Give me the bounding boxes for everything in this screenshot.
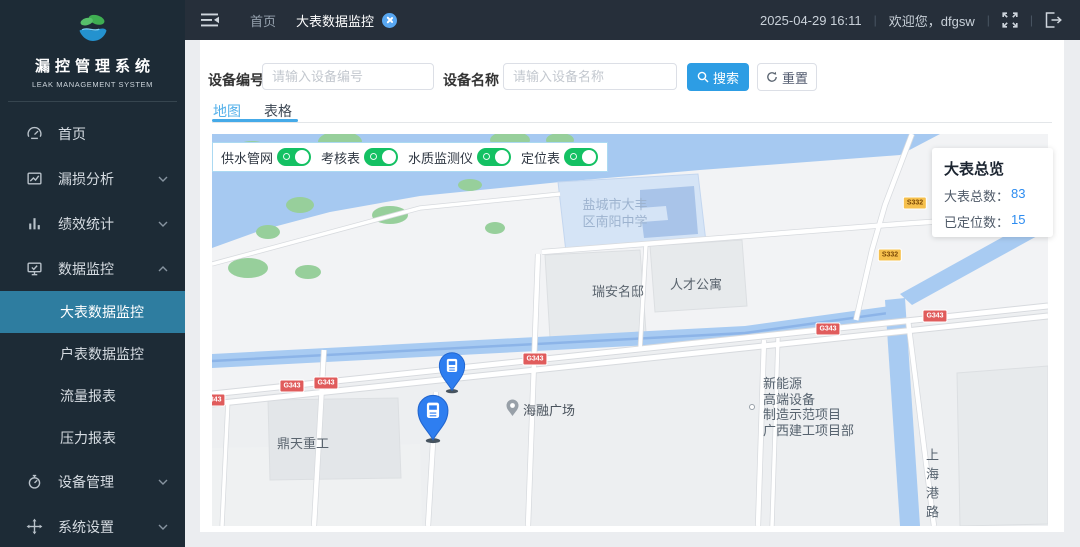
move-arrows-icon [26, 518, 43, 535]
logo-area: 漏控管理系统 LEAK MANAGEMENT SYSTEM [0, 0, 185, 102]
meter-overview-card: 大表总览 大表总数： 83 已定位数： 15 [932, 148, 1053, 237]
sidebar-item-big-meter-monitoring[interactable]: 大表数据监控 [0, 291, 185, 333]
sidebar-item-label: 绩效统计 [58, 215, 114, 232]
search-button[interactable]: 搜索 [687, 63, 749, 91]
topbar: 首页 大表数据监控 2025-04-29 16:11 | 欢迎您，dfgsw |… [185, 0, 1080, 40]
sidebar-item-label: 漏损分析 [58, 170, 114, 187]
device-name-label: 设备名称 [443, 72, 499, 88]
device-code-input[interactable] [262, 63, 434, 90]
divider: | [986, 13, 990, 27]
device-name-input[interactable] [503, 63, 677, 90]
map-label-factory: 鼎天重工 [276, 436, 330, 451]
tab-close-icon[interactable] [382, 12, 398, 28]
sidebar-item-system-settings[interactable]: 系统设置 [0, 504, 185, 547]
overview-title: 大表总览 [944, 161, 1005, 178]
sidebar-item-label: 流量报表 [60, 388, 116, 404]
app-logo-icon [79, 14, 106, 41]
device-code-label: 设备编号 [208, 72, 264, 88]
sidebar-menu: 首页 漏损分析 绩效统计 数据监控 大表数据监控 户表数据监控 流量报表 压力报… [0, 111, 185, 547]
sidebar-item-device-management[interactable]: 设备管理 [0, 459, 185, 504]
sidebar-item-data-monitoring[interactable]: 数据监控 [0, 246, 185, 291]
sidebar-item-label: 设备管理 [58, 473, 114, 490]
toggle-label-pipe-network: 供水管网 [221, 150, 274, 166]
toggle-pipe-network[interactable] [277, 148, 312, 166]
fullscreen-icon[interactable] [1002, 12, 1018, 28]
map-layer-toggle-bar: 供水管网 考核表 水质监测仪 定位表 [212, 142, 608, 172]
monitor-icon [26, 260, 43, 277]
gauge-icon [26, 473, 43, 490]
breadcrumb-current-tab: 大表数据监控 [296, 13, 375, 29]
overview-located-row: 已定位数： 15 [944, 212, 1026, 230]
road-badge-s332: S332 [902, 196, 928, 210]
active-tab-indicator [212, 119, 298, 122]
sidebar-item-label: 户表数据监控 [60, 346, 144, 362]
road-badge-g343: G343 [279, 379, 305, 393]
map-label-project: 新能源 高端设备 制造示范项目 广西建工项目部 [763, 376, 855, 438]
sidebar-collapse-icon[interactable] [201, 13, 220, 27]
app-title: 漏控管理系统 [34, 58, 155, 75]
bar-chart-icon [26, 215, 43, 232]
map-label-apartment: 人才公寓 [669, 277, 723, 292]
breadcrumb-home[interactable]: 首页 [250, 11, 276, 30]
sidebar-item-leak-analysis[interactable]: 漏损分析 [0, 156, 185, 201]
sidebar: 漏控管理系统 LEAK MANAGEMENT SYSTEM 首页 漏损分析 绩效… [0, 0, 185, 547]
sidebar-item-label: 压力报表 [60, 430, 116, 446]
sidebar-item-performance-stats[interactable]: 绩效统计 [0, 201, 185, 246]
logout-icon[interactable] [1045, 12, 1062, 28]
divider [8, 101, 177, 102]
toggle-water-quality-monitor[interactable] [477, 148, 512, 166]
divider [212, 122, 1052, 123]
app-subtitle: LEAK MANAGEMENT SYSTEM [31, 80, 153, 89]
road-badge-g343: G343 [815, 322, 841, 336]
chevron-up-icon [158, 265, 168, 272]
overview-total-row: 大表总数： 83 [944, 186, 1026, 204]
chevron-down-icon [158, 220, 168, 227]
analysis-chart-icon [26, 170, 43, 187]
road-badge-g343: G343 [522, 352, 548, 366]
refresh-icon [767, 71, 777, 82]
map-poi-dot [749, 404, 755, 410]
divider: | [1029, 13, 1033, 27]
map-canvas[interactable]: 盐城市大丰 区南阳中学 瑞安名邸 人才公寓 鼎天重工 新能源 高端设备 制造示范… [212, 134, 1048, 526]
sidebar-item-household-meter-monitoring[interactable]: 户表数据监控 [0, 333, 185, 375]
map-label-estate: 瑞安名邸 [591, 284, 645, 299]
poi-pin-icon [506, 399, 519, 416]
map-label-school: 盐城市大丰 区南阳中学 [582, 197, 648, 229]
toggle-label-assessment-meter: 考核表 [321, 150, 361, 166]
chevron-down-icon [158, 175, 168, 182]
sidebar-item-label: 首页 [58, 125, 86, 142]
toggle-positioning-meter[interactable] [564, 148, 599, 166]
sidebar-item-label: 数据监控 [58, 260, 114, 277]
meter-pin[interactable] [435, 349, 469, 394]
map-label-road: 上海港路 [924, 448, 939, 524]
road-badge-g343: G343 [922, 309, 948, 323]
road-badge-s332: S332 [877, 248, 903, 262]
chevron-down-icon [158, 523, 168, 530]
meter-pin[interactable] [413, 391, 453, 444]
toggle-label-water-quality-monitor: 水质监测仪 [408, 150, 474, 166]
app-window: 漏控管理系统 LEAK MANAGEMENT SYSTEM 首页 漏损分析 绩效… [0, 0, 1080, 547]
reset-button[interactable]: 重置 [757, 63, 817, 91]
map-label-plaza: 海融广场 [523, 403, 576, 418]
tab-table[interactable]: 表格 [264, 101, 292, 121]
road-badge-g343: G343 [313, 376, 339, 390]
sidebar-item-label: 系统设置 [58, 518, 114, 535]
tab-map[interactable]: 地图 [213, 101, 241, 121]
located-meters-value: 15 [1011, 212, 1026, 227]
sidebar-item-flow-report[interactable]: 流量报表 [0, 375, 185, 417]
sidebar-item-label: 大表数据监控 [60, 304, 144, 320]
divider: | [873, 13, 877, 27]
sidebar-item-pressure-report[interactable]: 压力报表 [0, 417, 185, 459]
toggle-assessment-meter[interactable] [364, 148, 399, 166]
dashboard-icon [26, 125, 43, 142]
road-badge-g343: G343 [212, 393, 226, 407]
welcome-user-text: 欢迎您，dfgsw [888, 13, 975, 29]
total-meters-value: 83 [1011, 186, 1026, 201]
toggle-label-positioning-meter: 定位表 [521, 150, 561, 166]
sidebar-item-home[interactable]: 首页 [0, 111, 185, 156]
chevron-down-icon [158, 478, 168, 485]
search-icon [697, 71, 709, 83]
datetime-text: 2025-04-29 16:11 [759, 12, 862, 28]
